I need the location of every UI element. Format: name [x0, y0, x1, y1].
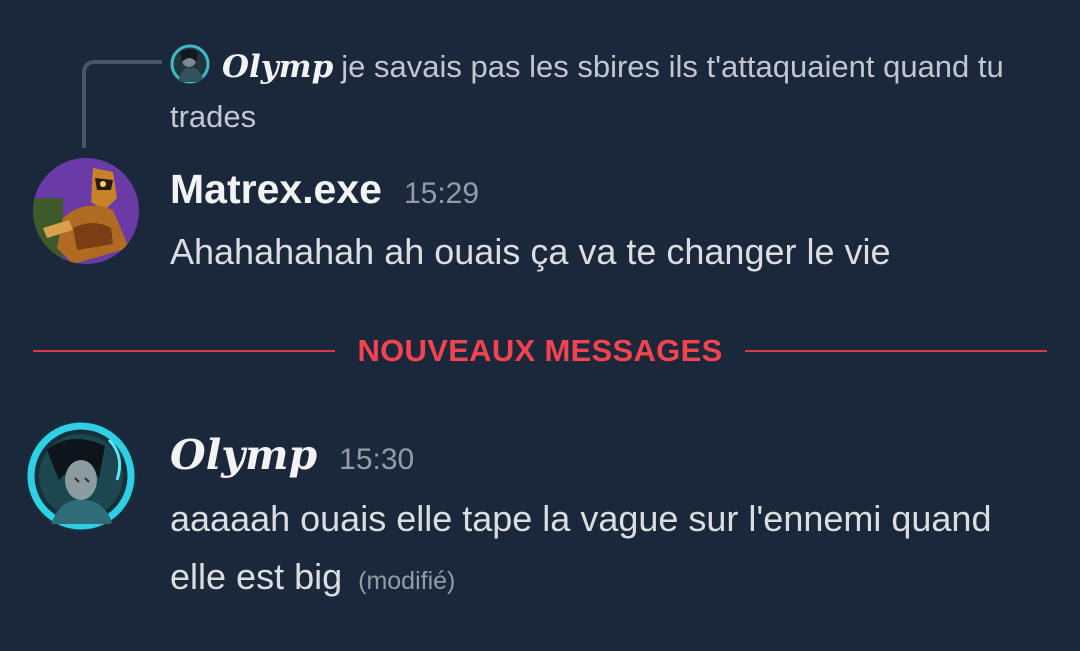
olymp-avatar-icon	[25, 420, 137, 532]
olymp-avatar[interactable]	[25, 420, 137, 532]
timestamp[interactable]: 15:30	[339, 443, 414, 477]
edited-label: (modifié)	[358, 567, 456, 595]
timestamp[interactable]: 15:29	[404, 177, 479, 211]
message-header: Matrex.exe 15:29	[170, 166, 479, 213]
matrex-avatar[interactable]	[33, 158, 139, 264]
new-messages-label: NOUVEAUX MESSAGES	[357, 333, 723, 368]
message-text: aaaaah ouais elle tape la vague sur l'en…	[170, 490, 1010, 610]
message-body: aaaaah ouais elle tape la vague sur l'en…	[170, 498, 992, 597]
divider-line-left	[33, 350, 336, 352]
message-text: Ahahahahah ah ouais ça va te changer le …	[170, 231, 891, 272]
username[interactable]: Matrex.exe	[170, 166, 382, 213]
reply-author[interactable]: Olymp	[222, 49, 333, 85]
reply-preview[interactable]: Olymp je savais pas les sbires ils t'atta…	[170, 42, 1040, 141]
divider-line-right	[744, 350, 1047, 352]
reply-spine	[82, 60, 162, 148]
new-messages-divider: NOUVEAUX MESSAGES	[33, 330, 1047, 372]
matrex-avatar-icon	[33, 158, 139, 264]
username[interactable]: Olymp	[170, 431, 317, 479]
message-header: Olymp 15:30	[170, 431, 414, 479]
